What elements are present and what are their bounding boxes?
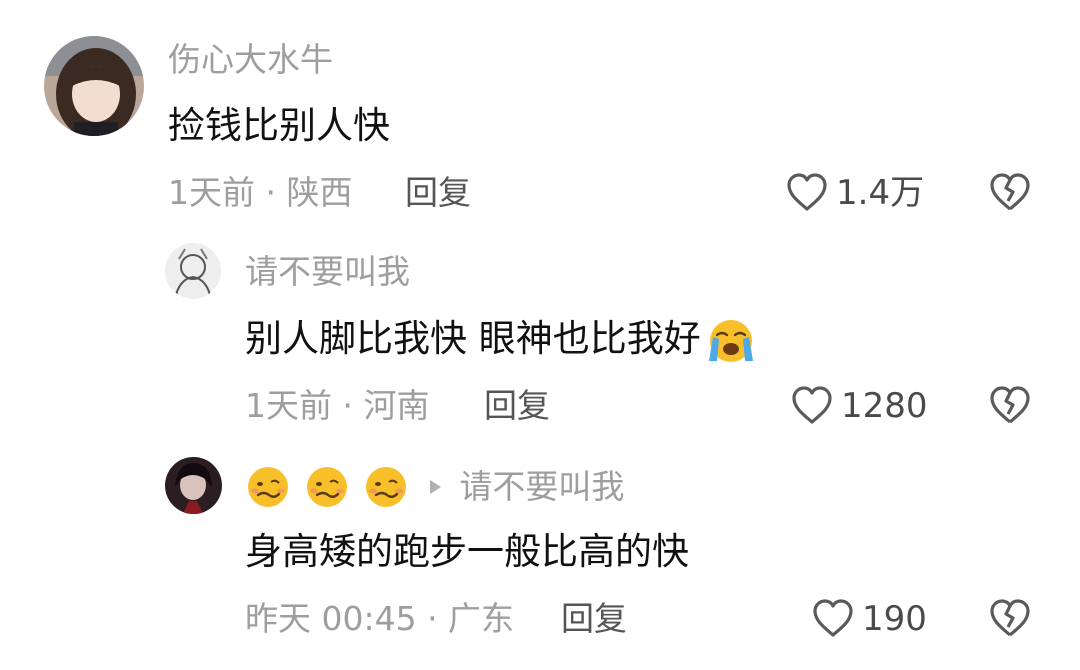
- username[interactable]: 伤心大水牛: [168, 40, 333, 80]
- comment-meta: 昨天 00:45 · 广东: [245, 599, 515, 638]
- avatar[interactable]: [165, 243, 221, 299]
- woozy-face-icon: [248, 467, 288, 507]
- broken-heart-icon[interactable]: [988, 597, 1032, 639]
- comment-meta: 1天前 · 河南: [245, 386, 430, 425]
- comment-text: 捡钱比别人快: [168, 104, 390, 147]
- woozy-face-icon: [366, 467, 407, 507]
- reply-button[interactable]: 回复: [484, 386, 550, 426]
- loudly-crying-face-icon: [708, 319, 753, 362]
- like-count: 1280: [841, 386, 928, 426]
- heart-outline-icon[interactable]: [785, 171, 829, 213]
- username[interactable]: 请不要叫我: [245, 252, 410, 292]
- broken-heart-icon[interactable]: [988, 171, 1032, 213]
- like-count: 190: [862, 599, 927, 639]
- comment-text: 身高矮的跑步一般比高的快: [245, 530, 689, 573]
- like-count: 1.4万: [836, 173, 925, 213]
- comment-meta: 1天前 · 陕西: [168, 173, 353, 212]
- username-row: 请不要叫我: [245, 464, 624, 510]
- comment-text: 别人脚比我快 眼神也比我好: [245, 316, 757, 365]
- reply-button[interactable]: 回复: [405, 173, 471, 213]
- broken-heart-icon[interactable]: [988, 384, 1032, 426]
- comment-text-body: 别人脚比我快 眼神也比我好: [245, 317, 701, 360]
- woozy-face-icon: [307, 467, 348, 507]
- heart-outline-icon[interactable]: [790, 384, 834, 426]
- heart-outline-icon[interactable]: [811, 597, 855, 639]
- reply-button[interactable]: 回复: [561, 599, 627, 639]
- avatar[interactable]: [165, 457, 222, 514]
- play-triangle-icon: [430, 480, 442, 494]
- avatar[interactable]: [44, 36, 144, 136]
- reply-to-username[interactable]: 请不要叫我: [459, 467, 624, 507]
